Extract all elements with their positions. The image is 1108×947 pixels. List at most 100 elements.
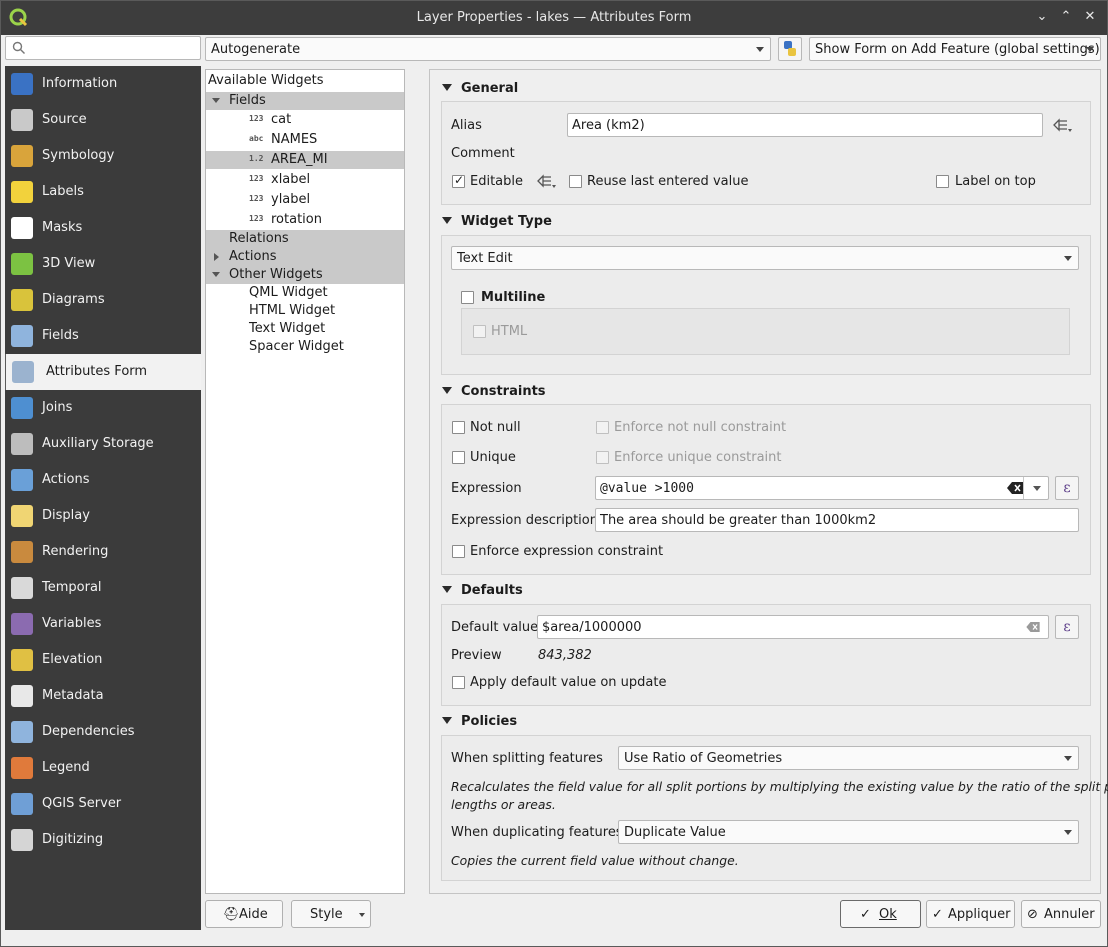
- sidebar-item-digitizing[interactable]: Digitizing: [5, 822, 201, 858]
- multiline-checkbox[interactable]: [461, 291, 474, 304]
- search-input[interactable]: [5, 36, 201, 60]
- enforce-unique-checkbox[interactable]: [596, 451, 609, 464]
- expression-description-input[interactable]: The area should be greater than 1000km2: [595, 508, 1079, 532]
- apply-on-update-checkbox[interactable]: [452, 676, 465, 689]
- sidebar-item-qgis-server[interactable]: QGIS Server: [5, 786, 201, 822]
- help-button[interactable]: ⛑ Aide: [205, 900, 283, 928]
- default-value-label: Default value: [451, 620, 539, 635]
- widget-type-value: Text Edit: [457, 251, 513, 266]
- tree-other-widget-label: Spacer Widget: [249, 339, 344, 354]
- close-icon[interactable]: ✕: [1081, 8, 1099, 26]
- apply-button[interactable]: ✓ Appliquer: [926, 900, 1015, 928]
- tree-field-item[interactable]: 123 cat: [206, 111, 404, 129]
- ok-button[interactable]: ✓ Ok: [840, 900, 921, 928]
- check-icon: ✓: [860, 907, 871, 922]
- sidebar-item-label: Symbology: [42, 148, 115, 163]
- sidebar-item-diagrams[interactable]: Diagrams: [5, 282, 201, 318]
- sidebar-item-3d-view[interactable]: 3D View: [5, 246, 201, 282]
- clear-icon[interactable]: [1007, 482, 1023, 494]
- section-title: General: [461, 81, 519, 96]
- collapsed-arrow-icon[interactable]: [214, 253, 219, 261]
- split-policy-combo[interactable]: Use Ratio of Geometries: [618, 746, 1079, 770]
- chevron-down-icon[interactable]: [1033, 486, 1041, 491]
- unique-checkbox[interactable]: [452, 451, 465, 464]
- tree-item-relations[interactable]: Relations: [206, 230, 404, 248]
- temporal-icon: [11, 577, 33, 599]
- sidebar-item-auxiliary-storage[interactable]: Auxiliary Storage: [5, 426, 201, 462]
- style-button[interactable]: Style: [291, 900, 371, 928]
- chevron-down-icon: [1086, 47, 1094, 52]
- sidebar-item-label: Masks: [42, 220, 83, 235]
- html-label: HTML: [491, 324, 528, 339]
- tree-other-widget-item[interactable]: QML Widget: [206, 284, 404, 302]
- python-init-button[interactable]: [778, 37, 802, 61]
- sidebar-item-display[interactable]: Display: [5, 498, 201, 534]
- tree-field-item[interactable]: 1.2 AREA_MI: [206, 151, 404, 169]
- tree-other-widget-item[interactable]: Text Widget: [206, 320, 404, 338]
- available-widgets-tree[interactable]: Available Widgets Fields 123 cat abc NAMES 1…: [205, 69, 405, 894]
- show-form-combo[interactable]: Show Form on Add Feature (global setting…: [809, 37, 1101, 61]
- reuse-last-value-checkbox[interactable]: [569, 175, 582, 188]
- sidebar-item-actions[interactable]: Actions: [5, 462, 201, 498]
- tree-field-item[interactable]: abc NAMES: [206, 131, 404, 149]
- defaults-section-header[interactable]: Defaults: [442, 583, 523, 598]
- widget-type-section-header[interactable]: Widget Type: [442, 214, 552, 229]
- sidebar-item-elevation[interactable]: Elevation: [5, 642, 201, 678]
- sidebar-item-information[interactable]: Information: [5, 66, 201, 102]
- tree-item-label: Actions: [229, 249, 277, 264]
- tree-item-other-widgets[interactable]: Other Widgets: [206, 266, 404, 284]
- tree-other-widget-item[interactable]: Spacer Widget: [206, 338, 404, 356]
- sidebar-item-labels[interactable]: Labels: [5, 174, 201, 210]
- tree-field-item[interactable]: 123 xlabel: [206, 171, 404, 189]
- sidebar-item-source[interactable]: Source: [5, 102, 201, 138]
- tree-item-actions[interactable]: Actions: [206, 248, 404, 266]
- clear-icon[interactable]: [1026, 622, 1040, 632]
- sidebar-item-symbology[interactable]: Symbology: [5, 138, 201, 174]
- expand-arrow-icon[interactable]: [212, 272, 220, 277]
- chevron-down-icon: [359, 913, 365, 917]
- cancel-button[interactable]: ⊘ Annuler: [1021, 900, 1101, 928]
- default-expression-builder-button[interactable]: ε: [1055, 615, 1079, 639]
- editable-checkbox[interactable]: [452, 173, 465, 188]
- sidebar-item-metadata[interactable]: Metadata: [5, 678, 201, 714]
- sidebar-item-temporal[interactable]: Temporal: [5, 570, 201, 606]
- tree-other-widget-item[interactable]: HTML Widget: [206, 302, 404, 320]
- not-null-checkbox[interactable]: [452, 421, 465, 434]
- constraints-section-header[interactable]: Constraints: [442, 384, 546, 399]
- maximize-icon[interactable]: ⌃: [1057, 8, 1075, 26]
- data-defined-icon[interactable]: [535, 172, 557, 190]
- layout-mode-combo[interactable]: Autogenerate: [205, 37, 771, 61]
- enforce-not-null-checkbox[interactable]: [596, 421, 609, 434]
- duplicate-policy-combo[interactable]: Duplicate Value: [618, 820, 1079, 844]
- expression-builder-button[interactable]: ε: [1055, 476, 1079, 500]
- preview-label: Preview: [451, 648, 502, 663]
- sidebar-item-masks[interactable]: Masks: [5, 210, 201, 246]
- sidebar-item-variables[interactable]: Variables: [5, 606, 201, 642]
- sidebar-item-joins[interactable]: Joins: [5, 390, 201, 426]
- data-defined-icon[interactable]: [1051, 116, 1073, 134]
- layer-properties-window: Layer Properties - lakes — Attributes Fo…: [0, 0, 1108, 947]
- html-checkbox[interactable]: [473, 325, 486, 338]
- default-value-input[interactable]: $area/1000000: [537, 615, 1049, 639]
- sidebar-item-fields[interactable]: Fields: [5, 318, 201, 354]
- general-section-header[interactable]: General: [442, 81, 518, 96]
- sidebar-item-legend[interactable]: Legend: [5, 750, 201, 786]
- tree-item-fields[interactable]: Fields: [206, 92, 404, 110]
- label-on-top-checkbox[interactable]: [936, 175, 949, 188]
- enforce-expression-checkbox[interactable]: [452, 545, 465, 558]
- sidebar-item-attributes-form[interactable]: Attributes Form: [5, 354, 201, 390]
- minimize-icon[interactable]: ⌄: [1033, 8, 1051, 26]
- expression-input[interactable]: @value >1000: [595, 476, 1049, 500]
- tree-field-item[interactable]: 123 ylabel: [206, 191, 404, 209]
- labels-icon: [11, 181, 33, 203]
- sidebar-item-dependencies[interactable]: Dependencies: [5, 714, 201, 750]
- alias-input[interactable]: Area (km2): [567, 113, 1043, 137]
- not-null-label: Not null: [470, 420, 521, 435]
- tree-field-item[interactable]: 123 rotation: [206, 211, 404, 229]
- title-bar: Layer Properties - lakes — Attributes Fo…: [1, 1, 1107, 35]
- policies-section-header[interactable]: Policies: [442, 714, 517, 729]
- sidebar-item-rendering[interactable]: Rendering: [5, 534, 201, 570]
- widget-type-combo[interactable]: Text Edit: [451, 246, 1079, 270]
- sidebar-item-label: Information: [42, 76, 118, 91]
- expand-arrow-icon[interactable]: [212, 98, 220, 103]
